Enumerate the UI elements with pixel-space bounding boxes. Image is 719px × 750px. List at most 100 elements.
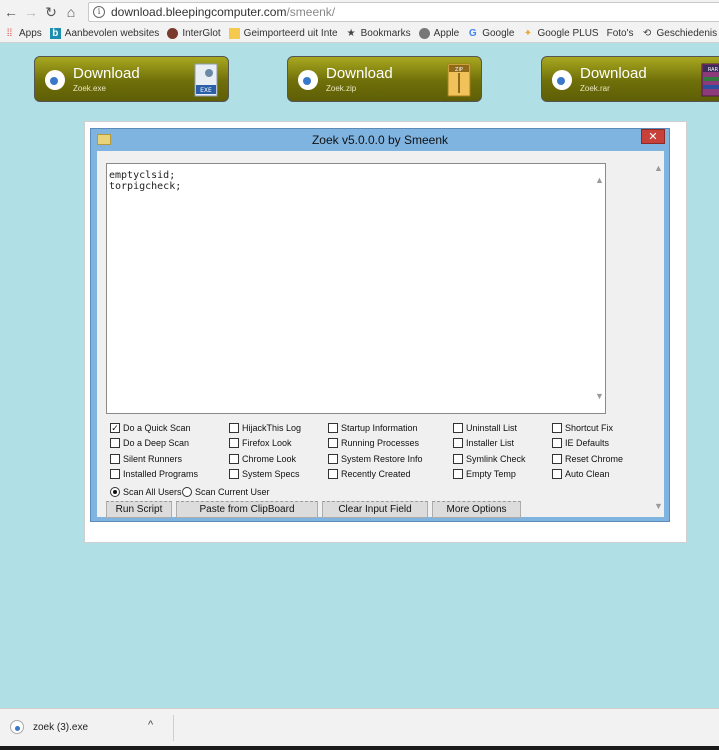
checkbox[interactable] (328, 469, 338, 479)
download-filename: Zoek.exe (73, 84, 106, 93)
checkbox[interactable]: ✓ (110, 423, 120, 433)
checkbox-option[interactable]: IE Defaults (552, 438, 609, 448)
bookmark-aanbevolen[interactable]: b Aanbevolen websites (49, 27, 160, 39)
more-options-button[interactable]: More Options (432, 501, 521, 518)
bookmark-interglot[interactable]: InterGlot (167, 27, 221, 39)
badge-text: RAR (708, 67, 719, 73)
interglot-icon (167, 27, 179, 39)
bookmark-label: Aanbevolen websites (64, 27, 160, 39)
checkbox[interactable] (453, 469, 463, 479)
download-zip-button[interactable]: Download Zoek.zip ZIP (287, 56, 482, 102)
clear-input-button[interactable]: Clear Input Field (322, 501, 428, 518)
bookmark-label: Geimporteerd uit Inte (243, 27, 338, 39)
info-icon[interactable]: i (93, 6, 105, 18)
checkbox[interactable] (110, 454, 120, 464)
checkbox-option[interactable]: HijackThis Log (229, 423, 301, 433)
radio-scan-current-user[interactable]: Scan Current User (182, 487, 270, 497)
checkbox[interactable] (110, 469, 120, 479)
checkbox[interactable] (552, 469, 562, 479)
scroll-up-icon[interactable]: ▲ (595, 175, 604, 185)
checkbox-option[interactable]: Uninstall List (453, 423, 517, 433)
checkbox-option[interactable]: System Restore Info (328, 454, 423, 464)
bookmark-fotos[interactable]: Foto's (607, 28, 634, 39)
bookmark-google-plus[interactable]: ✦ Google PLUS (522, 27, 599, 39)
checkbox[interactable] (328, 438, 338, 448)
checkbox-option[interactable]: Symlink Check (453, 454, 526, 464)
checkbox-label: Do a Deep Scan (123, 438, 190, 448)
bookmark-apple[interactable]: Apple (418, 27, 460, 39)
checkbox-option[interactable]: Auto Clean (552, 469, 610, 479)
window-scroll-down-icon[interactable]: ▼ (654, 501, 663, 511)
radio-scan-all-users[interactable]: Scan All Users (110, 487, 182, 497)
checkbox-option[interactable]: Startup Information (328, 423, 418, 433)
checkbox[interactable] (229, 454, 239, 464)
download-rar-button[interactable]: Download Zoek.rar RAR (541, 56, 719, 102)
checkbox-option[interactable]: Running Processes (328, 438, 419, 448)
checkbox-label: HijackThis Log (242, 423, 302, 433)
checkbox-label: Installer List (466, 438, 515, 448)
checkbox-option[interactable]: Installer List (453, 438, 514, 448)
checkbox[interactable] (229, 423, 239, 433)
forward-arrow-icon[interactable]: → (22, 3, 40, 21)
script-input[interactable]: emptyclsid; torpigcheck; (106, 163, 606, 414)
checkbox[interactable] (453, 438, 463, 448)
window-scroll-up-icon[interactable]: ▲ (654, 163, 663, 173)
checkbox-option[interactable]: System Specs (229, 469, 300, 479)
window-titlebar[interactable]: Zoek v5.0.0.0 by Smeenk ✕ (91, 129, 669, 151)
bookmark-label: Google PLUS (537, 27, 599, 39)
chevron-up-icon[interactable]: ^ (148, 719, 153, 731)
checkbox-label: Empty Temp (466, 469, 516, 479)
checkbox[interactable] (552, 423, 562, 433)
run-script-button[interactable]: Run Script (106, 501, 172, 518)
checkbox-option[interactable]: Recently Created (328, 469, 411, 479)
checkbox-label: Recently Created (341, 469, 411, 479)
checkbox[interactable] (328, 454, 338, 464)
bookmark-apps[interactable]: ⁞⁞ Apps (4, 28, 42, 39)
checkbox-option[interactable]: Firefox Look (229, 438, 292, 448)
google-plus-icon: ✦ (523, 27, 533, 39)
checkbox-label: System Restore Info (341, 454, 423, 464)
checkbox[interactable] (110, 438, 120, 448)
checkbox-option[interactable]: Do a Deep Scan (110, 438, 189, 448)
bookmark-geimporteerd[interactable]: Geimporteerd uit Inte (228, 27, 338, 39)
taskbar (0, 746, 719, 750)
home-icon[interactable]: ⌂ (62, 3, 80, 21)
checkbox[interactable] (453, 454, 463, 464)
checkbox[interactable] (229, 469, 239, 479)
browser-toolbar: ← → ↻ ⌂ i download.bleepingcomputer.com /… (0, 0, 719, 24)
address-bar[interactable]: i download.bleepingcomputer.com/smeenk/ (88, 2, 719, 22)
download-title: Download (580, 65, 647, 82)
bookmark-google[interactable]: G Google (467, 27, 515, 39)
download-item-name[interactable]: zoek (3).exe (33, 722, 88, 733)
checkbox-label: IE Defaults (565, 438, 610, 448)
scroll-down-icon[interactable]: ▼ (595, 391, 604, 401)
bookmark-geschiedenis[interactable]: ⟲ Geschiedenis (642, 28, 717, 39)
checkbox[interactable] (328, 423, 338, 433)
checkbox-option[interactable]: Reset Chrome (552, 454, 623, 464)
checkbox-option[interactable]: Chrome Look (229, 454, 296, 464)
paste-clipboard-button[interactable]: Paste from ClipBoard (176, 501, 318, 518)
url-path: /smeenk/ (286, 5, 336, 19)
radio-button[interactable] (182, 487, 192, 497)
checkbox[interactable] (453, 423, 463, 433)
radio-button[interactable] (110, 487, 120, 497)
download-exe-button[interactable]: Download Zoek.exe EXE (34, 56, 229, 102)
checkbox-option[interactable]: Shortcut Fix (552, 423, 613, 433)
reload-icon[interactable]: ↻ (42, 3, 60, 21)
bookmark-label: Apple (433, 27, 460, 39)
close-button[interactable]: ✕ (641, 129, 665, 144)
checkbox[interactable] (552, 454, 562, 464)
google-icon: G (468, 27, 477, 39)
checkbox-option[interactable]: Empty Temp (453, 469, 516, 479)
checkbox-option[interactable]: ✓ Do a Quick Scan (110, 423, 191, 433)
zoek-window: Zoek v5.0.0.0 by Smeenk ✕ emptyclsid; to… (90, 128, 670, 522)
checkbox[interactable] (552, 438, 562, 448)
checkbox-label: Running Processes (341, 438, 420, 448)
checkbox-label: Do a Quick Scan (123, 423, 191, 433)
checkbox[interactable] (229, 438, 239, 448)
back-arrow-icon[interactable]: ← (2, 3, 20, 21)
checkbox-option[interactable]: Installed Programs (110, 469, 198, 479)
checkbox-label: Firefox Look (242, 438, 292, 448)
checkbox-option[interactable]: Silent Runners (110, 454, 182, 464)
bookmark-bookmarks[interactable]: ★ Bookmarks (346, 28, 411, 39)
